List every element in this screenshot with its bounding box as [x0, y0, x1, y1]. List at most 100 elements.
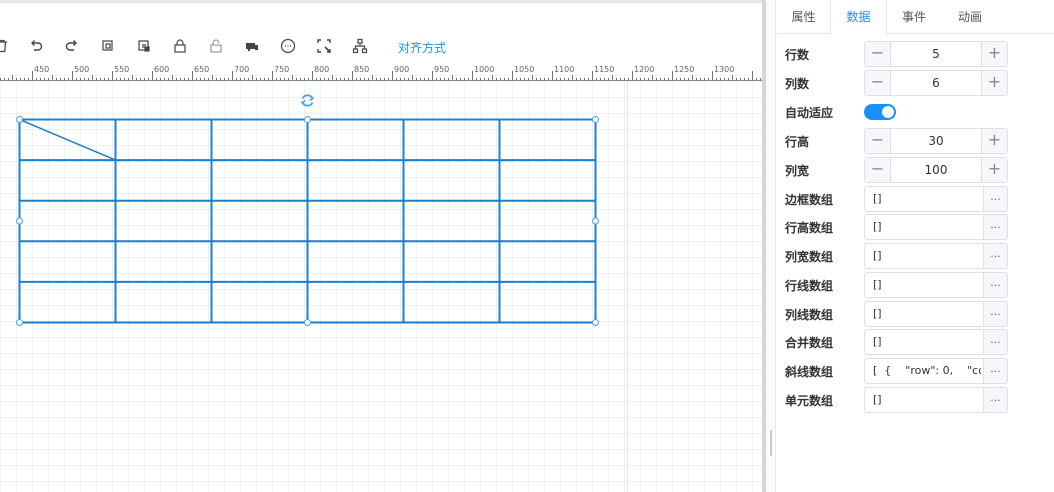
- resize-handle[interactable]: [16, 116, 23, 123]
- col-width-value[interactable]: 100: [891, 158, 981, 182]
- rotate-handle-icon[interactable]: [300, 94, 315, 107]
- decrement-button[interactable]: −: [865, 158, 891, 182]
- rows-stepper[interactable]: − 5 +: [864, 41, 1008, 67]
- edit-array-button[interactable]: ...: [983, 215, 1007, 239]
- array-value[interactable]: []: [873, 330, 981, 354]
- increment-button[interactable]: +: [981, 42, 1007, 66]
- field-label: 列宽: [785, 164, 810, 178]
- top-border: [0, 0, 766, 3]
- tab-properties[interactable]: 属性: [777, 0, 830, 34]
- field-label: 边框数组: [785, 193, 834, 207]
- ruler-label: 850: [354, 65, 369, 74]
- resize-handle[interactable]: [16, 217, 23, 225]
- edit-array-button[interactable]: ...: [983, 244, 1007, 268]
- row-height-value[interactable]: 30: [891, 129, 981, 153]
- edit-array-button[interactable]: ...: [983, 388, 1007, 412]
- resize-handle[interactable]: [592, 217, 599, 225]
- resize-handle[interactable]: [16, 319, 23, 326]
- edit-array-button[interactable]: ...: [983, 187, 1007, 211]
- tab-events[interactable]: 事件: [887, 0, 941, 34]
- ruler-label: 950: [434, 65, 449, 74]
- field-label: 列数: [785, 77, 810, 91]
- field-label: 列宽数组: [785, 250, 834, 264]
- paste-icon[interactable]: [134, 36, 154, 56]
- field-label: 列线数组: [785, 308, 834, 322]
- field-label: 自动适应: [785, 106, 834, 120]
- field-col-width: 列宽 − 100 +: [777, 157, 1054, 183]
- resize-handle[interactable]: [304, 116, 311, 123]
- panel-tabs: 属性 数据 事件 动画: [777, 0, 1054, 35]
- field-col-width-array: 列宽数组 [] ...: [777, 243, 1054, 269]
- tree-icon[interactable]: [350, 36, 370, 56]
- ruler-label: 1150: [594, 65, 614, 74]
- panel-splitter[interactable]: [766, 0, 776, 492]
- redo-icon[interactable]: [62, 36, 82, 56]
- ruler-label: 1200: [634, 65, 654, 74]
- editor-area: 对齐方式 450 500 550 600 650 700 750 800 850 900 950 10…: [0, 0, 766, 492]
- ruler-ticks: 450 500 550 600 650 700 750 800 850 900 950 1000 105…: [0, 65, 761, 80]
- app-window: 对齐方式 450 500 550 600 650 700 750 800 850 900 950 10…: [0, 0, 1054, 492]
- tab-data[interactable]: 数据: [830, 0, 887, 35]
- array-value[interactable]: []: [873, 244, 981, 268]
- array-value[interactable]: [ { "row": 0, "col": [873, 359, 981, 383]
- edit-array-button[interactable]: ...: [983, 330, 1007, 354]
- row-line-array-input[interactable]: [] ...: [864, 272, 1008, 298]
- ruler-label: 600: [154, 65, 169, 74]
- col-width-array-input[interactable]: [] ...: [864, 243, 1008, 269]
- delete-icon[interactable]: [0, 36, 12, 56]
- decrement-button[interactable]: −: [865, 42, 891, 66]
- decrement-button[interactable]: −: [865, 129, 891, 153]
- cols-stepper[interactable]: − 6 +: [864, 70, 1008, 96]
- row-height-array-input[interactable]: [] ...: [864, 214, 1008, 240]
- array-value[interactable]: []: [873, 388, 981, 412]
- resize-handle[interactable]: [592, 319, 599, 326]
- col-width-stepper[interactable]: − 100 +: [864, 157, 1008, 183]
- property-panel: 属性 数据 事件 动画 行数 − 5 + 列数 − 6 + 自动适应 行高 − …: [777, 0, 1054, 492]
- lock-icon[interactable]: [170, 36, 190, 56]
- field-col-line-array: 列线数组 [] ...: [777, 301, 1054, 327]
- select-area-icon[interactable]: [314, 36, 334, 56]
- resize-handle[interactable]: [304, 319, 311, 326]
- cell-array-input[interactable]: [] ...: [864, 387, 1008, 413]
- field-rows: 行数 − 5 +: [777, 41, 1054, 67]
- border-array-input[interactable]: [] ...: [864, 186, 1008, 212]
- cols-value[interactable]: 6: [891, 71, 981, 95]
- field-row-line-array: 行线数组 [] ...: [777, 272, 1054, 298]
- field-label: 行线数组: [785, 279, 834, 293]
- copy-icon[interactable]: [98, 36, 118, 56]
- splitter-grip[interactable]: [770, 430, 772, 456]
- array-value[interactable]: []: [873, 187, 981, 211]
- auto-fit-switch[interactable]: [864, 104, 896, 120]
- array-value[interactable]: []: [873, 273, 981, 297]
- rotate-arrow-top: [309, 95, 315, 102]
- circle-icon[interactable]: [278, 36, 298, 56]
- edit-array-button[interactable]: ...: [983, 359, 1007, 383]
- edit-array-button[interactable]: ...: [983, 273, 1007, 297]
- increment-button[interactable]: +: [981, 158, 1007, 182]
- increment-button[interactable]: +: [981, 71, 1007, 95]
- design-canvas[interactable]: [0, 81, 762, 492]
- edit-array-button[interactable]: ...: [983, 302, 1007, 326]
- rows-value[interactable]: 5: [891, 42, 981, 66]
- rotate-arrow-bottom: [300, 99, 306, 106]
- unlock-icon[interactable]: [206, 36, 226, 56]
- horizontal-ruler: 450 500 550 600 650 700 750 800 850 900 950 1000 105…: [0, 64, 762, 81]
- field-row-height-array: 行高数组 [] ...: [777, 214, 1054, 240]
- decrement-button[interactable]: −: [865, 71, 891, 95]
- merge-array-input[interactable]: [] ...: [864, 329, 1008, 355]
- tab-animation[interactable]: 动画: [941, 0, 999, 34]
- layer-icon[interactable]: [242, 36, 262, 56]
- resize-handle[interactable]: [592, 116, 599, 123]
- table-component[interactable]: [0, 81, 762, 492]
- increment-button[interactable]: +: [981, 129, 1007, 153]
- ruler-label: 1100: [554, 65, 574, 74]
- field-border-array: 边框数组 [] ...: [777, 186, 1054, 212]
- array-value[interactable]: []: [873, 302, 981, 326]
- col-line-array-input[interactable]: [] ...: [864, 301, 1008, 327]
- align-menu-link[interactable]: 对齐方式: [398, 39, 446, 56]
- diagonal-array-input[interactable]: [ { "row": 0, "col" ...: [864, 358, 1008, 384]
- array-value[interactable]: []: [873, 215, 981, 239]
- field-label: 斜线数组: [785, 365, 834, 379]
- undo-icon[interactable]: [26, 36, 46, 56]
- row-height-stepper[interactable]: − 30 +: [864, 128, 1008, 154]
